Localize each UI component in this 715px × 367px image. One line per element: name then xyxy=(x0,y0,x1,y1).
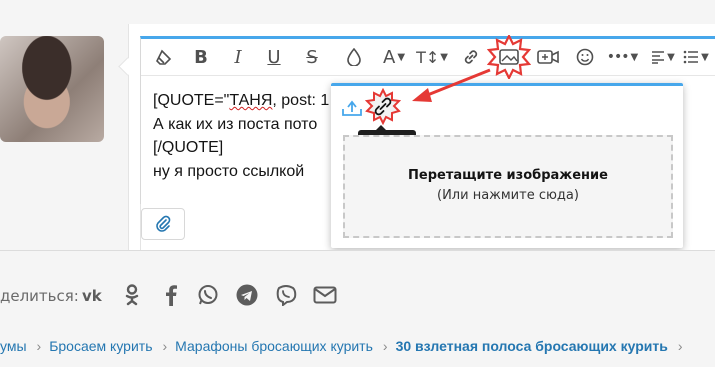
font-size-icon[interactable]: T↕ ▼ xyxy=(416,43,448,71)
font-family-icon[interactable]: A ▼ xyxy=(379,43,409,71)
telegram-icon[interactable] xyxy=(235,283,259,307)
spell-error-word: ТАНЯ xyxy=(229,92,273,109)
whatsapp-icon[interactable] xyxy=(196,283,220,307)
content-line: ну я просто ссылкой xyxy=(153,162,305,180)
chevron-down-icon: ▼ xyxy=(630,51,639,63)
bold-icon[interactable]: B xyxy=(189,43,213,71)
font-size-glyph: T↕ xyxy=(416,47,440,67)
editor-toolbar: B I U S A ▼ T↕ ▼ ••• ▼ ▼ ▼ xyxy=(141,35,715,79)
breadcrumb-separator: › xyxy=(382,338,388,354)
breadcrumb-item[interactable]: умы xyxy=(0,338,27,354)
chevron-down-icon: ▼ xyxy=(397,51,406,63)
content-line: А как их из поста пото xyxy=(153,115,318,133)
attach-button[interactable] xyxy=(141,208,185,240)
content-line: [QUOTE="ТАНЯ, post: 1 xyxy=(153,89,329,113)
dropzone-subtitle: (Или нажмите сюда) xyxy=(437,188,579,203)
breadcrumb-separator: › xyxy=(677,338,683,354)
editor-content[interactable]: [QUOTE="ТАНЯ, post: 1 А как их из поста п… xyxy=(153,89,329,183)
breadcrumb-item[interactable]: Бросаем курить xyxy=(49,338,152,354)
vk-icon[interactable]: vk xyxy=(82,283,106,307)
list-icon[interactable]: ▼ xyxy=(681,43,711,71)
breadcrumb: умы › Бросаем курить › Марафоны бросающих ку… xyxy=(0,338,691,354)
link-url-icon[interactable] xyxy=(364,88,402,126)
link-icon[interactable] xyxy=(459,43,483,71)
more-icon[interactable]: ••• ▼ xyxy=(607,43,639,71)
breadcrumb-separator: › xyxy=(36,338,42,354)
quote-open: [QUOTE=" xyxy=(153,92,230,109)
facebook-icon[interactable] xyxy=(159,283,183,307)
content-line: [/QUOTE] xyxy=(153,139,224,156)
avatar[interactable] xyxy=(0,36,104,142)
breadcrumb-current[interactable]: 30 взлетная полоса бросающих курить xyxy=(396,338,668,354)
image-icon[interactable] xyxy=(487,35,531,79)
font-family-glyph: A xyxy=(382,46,396,68)
chevron-down-icon: ▼ xyxy=(440,51,448,63)
upload-icon[interactable] xyxy=(339,94,365,120)
emoji-icon[interactable] xyxy=(573,43,597,71)
odnoklassniki-icon[interactable] xyxy=(120,283,144,307)
breadcrumb-separator: › xyxy=(162,338,168,354)
top-strip xyxy=(0,0,715,25)
dropzone-title: Перетащите изображение xyxy=(408,168,608,183)
chevron-down-icon: ▼ xyxy=(701,51,709,63)
email-icon[interactable] xyxy=(313,283,337,307)
clear-format-icon[interactable] xyxy=(151,43,177,71)
italic-icon[interactable]: I xyxy=(226,43,250,71)
svg-text:vk: vk xyxy=(82,287,103,303)
viber-icon[interactable] xyxy=(274,283,298,307)
share-label: делиться: xyxy=(0,287,79,305)
chevron-down-icon: ▼ xyxy=(667,51,675,63)
footer-area: делиться: vk умы › Бросаем курить › Марафоны… xyxy=(0,250,715,367)
quote-rest: , post: 1 xyxy=(272,92,330,109)
image-dropzone[interactable]: Перетащите изображение (Или нажмите сюда… xyxy=(343,135,673,238)
image-insert-popup: По URL Перетащите изображение (Или нажми… xyxy=(331,83,683,248)
breadcrumb-item[interactable]: Марафоны бросающих курить xyxy=(175,338,373,354)
user-column xyxy=(0,24,129,250)
paperclip-icon xyxy=(156,215,171,232)
video-icon[interactable] xyxy=(535,43,561,71)
underline-icon[interactable]: U xyxy=(262,43,286,71)
align-icon[interactable]: ▼ xyxy=(648,43,678,71)
text-color-icon[interactable] xyxy=(342,43,366,71)
strikethrough-icon[interactable]: S xyxy=(300,43,324,71)
